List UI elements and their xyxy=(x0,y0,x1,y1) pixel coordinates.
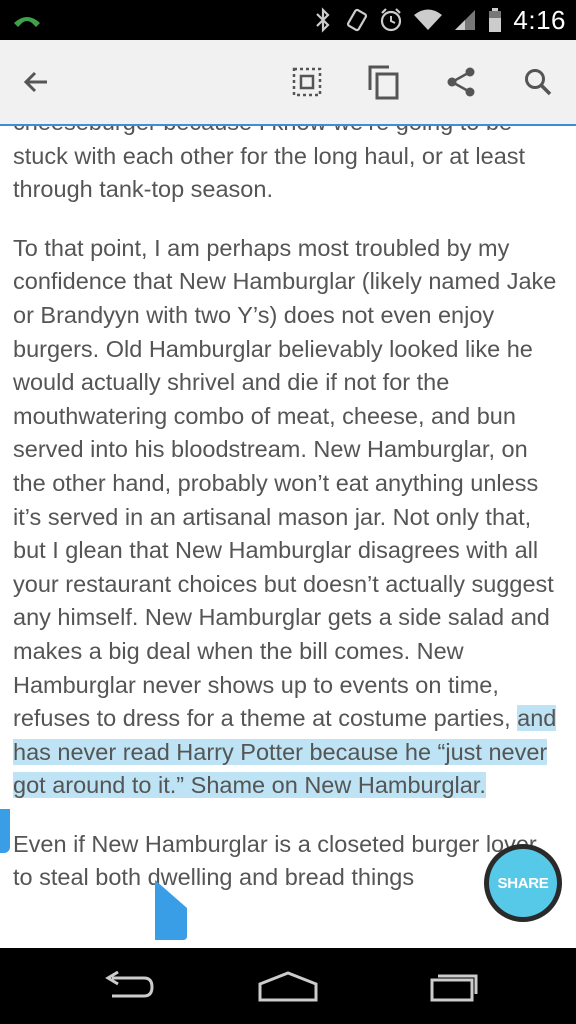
app-bar xyxy=(0,40,576,126)
recents-nav-icon xyxy=(430,974,478,1002)
selection-start-handle[interactable] xyxy=(0,809,10,853)
signal-icon xyxy=(455,10,476,30)
status-icons: 4:16 xyxy=(311,0,566,40)
home-nav-icon xyxy=(258,971,318,1002)
selection-end-handle[interactable] xyxy=(153,878,189,940)
article-viewport[interactable]: cheeseburger because I know we’re going … xyxy=(0,126,576,948)
article-paragraph: To that point, I am perhaps most trouble… xyxy=(13,232,565,803)
nav-recents-button[interactable] xyxy=(412,962,492,1012)
article-body: cheeseburger because I know we’re going … xyxy=(13,126,565,920)
bluetooth-icon xyxy=(316,7,330,33)
share-icon xyxy=(447,67,475,97)
alarm-icon xyxy=(381,8,402,32)
select-all-button[interactable] xyxy=(287,62,327,102)
copy-button[interactable] xyxy=(364,62,404,102)
status-time: 4:16 xyxy=(513,4,566,35)
wifi-icon xyxy=(414,9,443,30)
search-icon xyxy=(525,69,552,96)
article-paragraph: cheeseburger because I know we’re going … xyxy=(13,126,526,203)
battery-icon xyxy=(489,8,502,32)
article-paragraph: Even if New Hamburglar is a closeted bur… xyxy=(13,830,542,891)
status-bar: 4:16 xyxy=(0,0,576,40)
copy-icon xyxy=(368,65,399,100)
article-text: To that point, I am perhaps most trouble… xyxy=(13,234,557,732)
back-nav-icon xyxy=(105,970,154,998)
share-fab-button[interactable]: SHARE xyxy=(484,844,562,922)
nav-home-button[interactable] xyxy=(248,962,328,1012)
vibrate-icon xyxy=(347,8,368,32)
share-fab-label: SHARE xyxy=(489,849,557,917)
nav-back-button[interactable] xyxy=(88,962,168,1012)
share-action-button[interactable] xyxy=(441,62,481,102)
phone-call-icon xyxy=(14,17,40,27)
search-button[interactable] xyxy=(518,62,558,102)
navigation-bar xyxy=(0,948,576,1024)
select-all-icon xyxy=(292,67,322,97)
back-button[interactable] xyxy=(16,62,56,102)
back-arrow-icon xyxy=(23,71,47,93)
